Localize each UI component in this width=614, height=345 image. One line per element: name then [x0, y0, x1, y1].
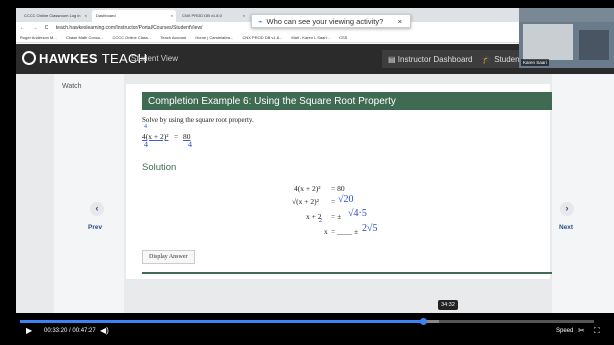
step-lhs: x — [324, 227, 328, 236]
progress-fill — [20, 320, 424, 323]
presenter-name: Karen Saari — [521, 59, 549, 66]
handwriting-step3: √4·5 — [348, 208, 367, 219]
volume-icon[interactable]: ◀) — [100, 326, 109, 335]
bookmark[interactable]: Home | Candelabra... — [195, 35, 233, 40]
browser-tab-active[interactable]: Dashboard × — [92, 10, 176, 22]
lesson-area: Watch ‹ Prev › Next Completion Example 6… — [16, 74, 614, 313]
example-title: Completion Example 6: Using the Square R… — [142, 92, 552, 110]
solution-heading: Solution — [142, 162, 177, 173]
close-icon[interactable]: × — [398, 17, 402, 26]
close-icon[interactable]: × — [171, 13, 173, 18]
seek-handle[interactable] — [420, 318, 428, 325]
fullscreen-icon[interactable]: ⛶ — [594, 326, 600, 336]
bookmark[interactable]: CNX PROD DB v1.8... — [242, 35, 282, 40]
view-label: Student View — [131, 54, 178, 63]
hawkes-logo[interactable]: HAWKES TEACH — [22, 51, 147, 66]
scissors-icon[interactable]: ✂ — [578, 326, 585, 335]
screen-share: CCCC Online Classroom Log in × Dashboard ×… — [16, 8, 614, 313]
presenter-video: Karen Saari — [519, 8, 614, 68]
handwriting-divisor-right: 4 — [188, 140, 192, 149]
problem-equals: = — [174, 132, 179, 141]
next-label[interactable]: Next — [559, 224, 573, 231]
hawk-icon — [22, 51, 36, 65]
close-icon[interactable]: × — [243, 13, 245, 18]
hover-time-tooltip: 34:32 — [438, 300, 458, 310]
handwriting-step4: 2√5 — [362, 223, 378, 234]
prev-arrow-icon[interactable]: ‹ — [90, 202, 104, 216]
bookmark[interactable]: Teach Account — [160, 35, 186, 40]
handwriting-divisor-left: 4 — [144, 140, 148, 149]
display-answer-button[interactable]: Display Answer — [142, 250, 195, 264]
reload-icon[interactable]: C — [45, 25, 49, 31]
bookmark[interactable]: Roger Anderson M... — [20, 35, 57, 40]
instructor-dashboard-button[interactable]: ▤ Instructor Dashboard — [382, 50, 479, 68]
graduation-cap-icon: 🎓 — [482, 55, 492, 64]
prev-label[interactable]: Prev — [88, 224, 102, 231]
info-icon: ⌁ — [258, 17, 263, 26]
watch-tab[interactable]: Watch — [62, 83, 82, 90]
time-display: 00:33:20 / 00:47:27 — [44, 328, 96, 334]
bookmark[interactable]: Mail - Karen L Saari... — [291, 35, 330, 40]
bookmark[interactable]: CSS — [339, 35, 347, 40]
handwriting-cancel: 2 — [319, 218, 322, 224]
close-icon[interactable]: × — [85, 13, 87, 18]
step-rhs: = 80 — [331, 184, 345, 193]
url-text[interactable]: teach.hawkeslearning.com/Instructor/Port… — [56, 25, 203, 31]
handwriting-mark: 4 — [144, 124, 147, 130]
browser-tab[interactable]: CCCC Online Classroom Log in × — [20, 10, 90, 22]
step-lhs: √(x + 2)² — [292, 197, 319, 206]
browser-tab[interactable]: CNX PROD DB v1.8.0 × — [178, 10, 248, 22]
forward-icon[interactable]: → — [32, 25, 37, 31]
speed-button[interactable]: Speed — [556, 328, 573, 334]
step-rhs: = ± — [331, 212, 342, 221]
divider — [142, 272, 552, 274]
instruction-text: Solve by using the square root property. — [142, 116, 254, 124]
step-rhs: = ____ ± — [331, 227, 359, 236]
back-icon[interactable]: ← — [20, 25, 25, 31]
next-arrow-icon[interactable]: › — [560, 202, 574, 216]
bookmark[interactable]: CCCC Online Class... — [113, 35, 152, 40]
seek-bar[interactable] — [20, 318, 594, 325]
example-card: Completion Example 6: Using the Square R… — [126, 84, 552, 279]
bookmark[interactable]: Chase Math Consu... — [66, 35, 104, 40]
step-lhs: 4(x + 2)² — [294, 184, 321, 193]
activity-notification[interactable]: ⌁ Who can see your viewing activity? × — [251, 14, 411, 28]
play-icon[interactable]: ▶ — [26, 326, 32, 335]
handwriting-step2: √20 — [338, 194, 354, 205]
dashboard-icon: ▤ — [388, 55, 396, 64]
next-column — [552, 74, 614, 313]
step-rhs: = — [331, 197, 336, 206]
prev-column — [54, 74, 124, 313]
